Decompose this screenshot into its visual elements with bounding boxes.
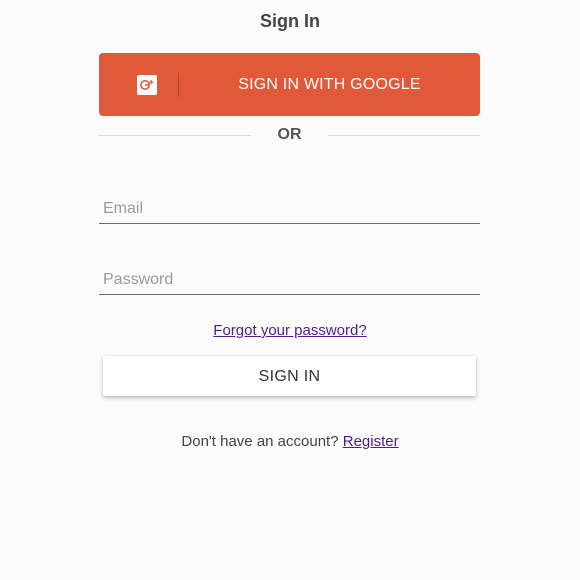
forgot-password-link[interactable]: Forgot your password? bbox=[213, 322, 366, 339]
or-separator: OR bbox=[99, 124, 480, 146]
forgot-password-row: Forgot your password? bbox=[0, 322, 580, 339]
sign-in-with-google-button[interactable]: SIGN IN WITH GOOGLE bbox=[99, 53, 480, 116]
google-plus-icon bbox=[137, 75, 157, 95]
sign-in-button[interactable]: SIGN IN bbox=[103, 356, 476, 396]
register-link[interactable]: Register bbox=[343, 433, 399, 450]
password-field[interactable] bbox=[99, 265, 480, 295]
page-title: Sign In bbox=[260, 11, 320, 31]
register-row: Don't have an account? Register bbox=[0, 433, 580, 450]
or-line-right bbox=[328, 135, 480, 136]
google-button-label: SIGN IN WITH GOOGLE bbox=[238, 76, 421, 93]
email-field[interactable] bbox=[99, 194, 480, 224]
no-account-text: Don't have an account? bbox=[181, 433, 339, 450]
